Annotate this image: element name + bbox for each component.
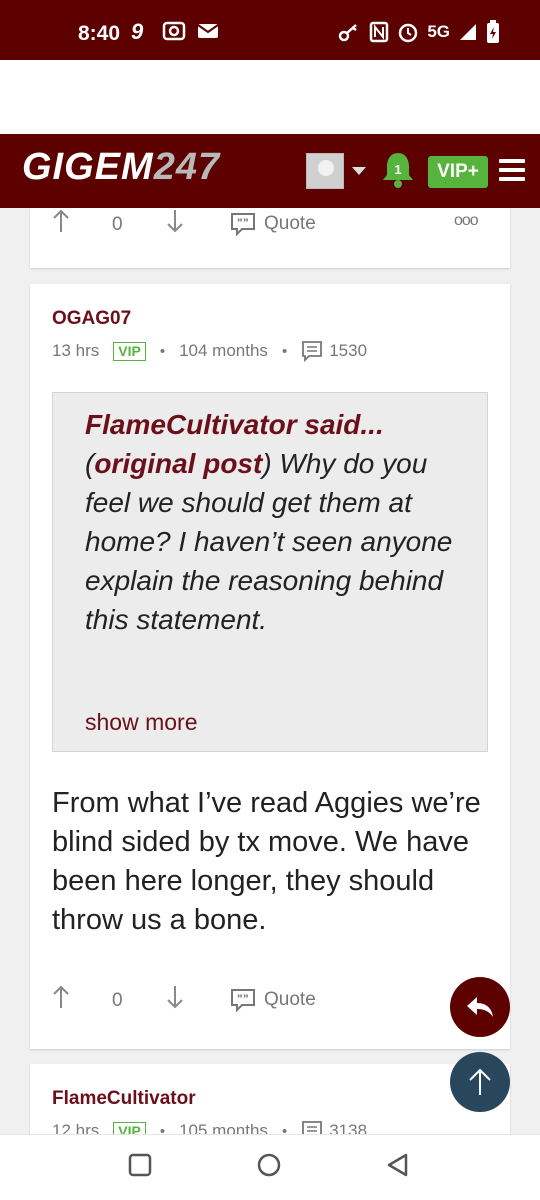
quote-text: FlameCultivator said... (original post) W… [85, 409, 453, 635]
white-strip [0, 60, 540, 134]
quote-icon: " " [231, 989, 255, 1012]
scroll-to-top-button[interactable] [450, 1052, 510, 1112]
previous-post-card: 0 " " Quote ooo [30, 208, 510, 268]
upvote-arrow-icon[interactable] [52, 984, 70, 1010]
mail-icon [197, 24, 219, 38]
post-card: OGAG07 13 hrs VIP • 104 months • 1530 Fl… [30, 284, 510, 1049]
post-username[interactable]: OGAG07 [52, 308, 131, 330]
reply-button[interactable] [450, 977, 510, 1037]
quote-label: Quote [264, 989, 316, 1010]
vip-button[interactable]: VIP+ [428, 156, 488, 188]
svg-text:": " [237, 216, 243, 230]
nine-icon: 9 [131, 20, 144, 42]
arrow-up-icon [469, 1068, 491, 1095]
svg-text:9: 9 [131, 20, 144, 42]
signal-icon [460, 24, 476, 40]
vip-badge: VIP [113, 341, 146, 361]
back-icon[interactable] [386, 1153, 410, 1179]
post-count: 1530 [301, 340, 367, 362]
post-actions: 0 " " Quote [30, 984, 510, 1024]
posts-icon [302, 341, 323, 362]
quote-label: Quote [264, 213, 316, 234]
quoted-post: FlameCultivator said... (original post) W… [52, 392, 488, 752]
quote-author[interactable]: FlameCultivator said... [85, 409, 384, 440]
vote-count: 0 [112, 214, 123, 235]
post-username[interactable]: FlameCultivator [52, 1088, 196, 1110]
avatar[interactable] [306, 153, 344, 189]
quote-button[interactable]: " " Quote [230, 988, 316, 1012]
nfc-icon [370, 21, 389, 43]
svg-text:": " [243, 992, 249, 1006]
notification-count: 1 [394, 162, 401, 177]
alarm-icon [399, 23, 418, 43]
downvote-arrow-icon[interactable] [166, 208, 184, 234]
post-meta: 13 hrs VIP • 104 months • 1530 [52, 340, 367, 362]
chevron-down-icon[interactable] [352, 167, 366, 175]
logo-number: 247 [153, 146, 221, 188]
hamburger-menu-icon[interactable] [499, 159, 525, 181]
bell-icon[interactable]: 1 [380, 150, 416, 190]
vote-count: 0 [112, 990, 123, 1011]
next-post-card: FlameCultivator 12 hrs VIP • 105 months … [30, 1064, 510, 1144]
battery-icon [487, 20, 499, 43]
more-options-icon[interactable]: ooo [454, 212, 479, 230]
svg-text:": " [237, 992, 243, 1006]
post-body: From what I’ve read Aggies we’re blind s… [52, 787, 481, 936]
home-icon[interactable] [256, 1153, 282, 1179]
post-count-value: 1530 [329, 341, 368, 360]
recents-icon[interactable] [128, 1153, 152, 1177]
separator-dot: • [281, 342, 288, 360]
site-header: GIGEM247 1 VIP+ [0, 134, 540, 208]
svg-text:": " [243, 216, 249, 230]
original-post-link[interactable]: original post [94, 448, 262, 479]
camera-icon [162, 21, 186, 41]
system-nav-bar [0, 1134, 540, 1200]
network-label: 5G [427, 22, 450, 41]
site-logo[interactable]: GIGEM247 [22, 146, 220, 189]
separator-dot: • [159, 342, 166, 360]
status-time: 8:40 [78, 22, 121, 45]
show-more-link[interactable]: show more [85, 709, 197, 736]
downvote-arrow-icon[interactable] [166, 984, 184, 1010]
post-time: 13 hrs [52, 341, 100, 360]
quote-icon: " " [231, 213, 255, 236]
post-tenure: 104 months [179, 341, 268, 360]
reply-icon [467, 997, 493, 1017]
quote-button[interactable]: " " Quote [230, 212, 316, 236]
status-bar: 8:40 9 5G [0, 0, 540, 60]
logo-text: GIGEM [22, 146, 154, 188]
post-actions: 0 " " Quote ooo [30, 208, 510, 248]
key-icon [339, 24, 358, 42]
upvote-arrow-icon[interactable] [52, 208, 70, 234]
